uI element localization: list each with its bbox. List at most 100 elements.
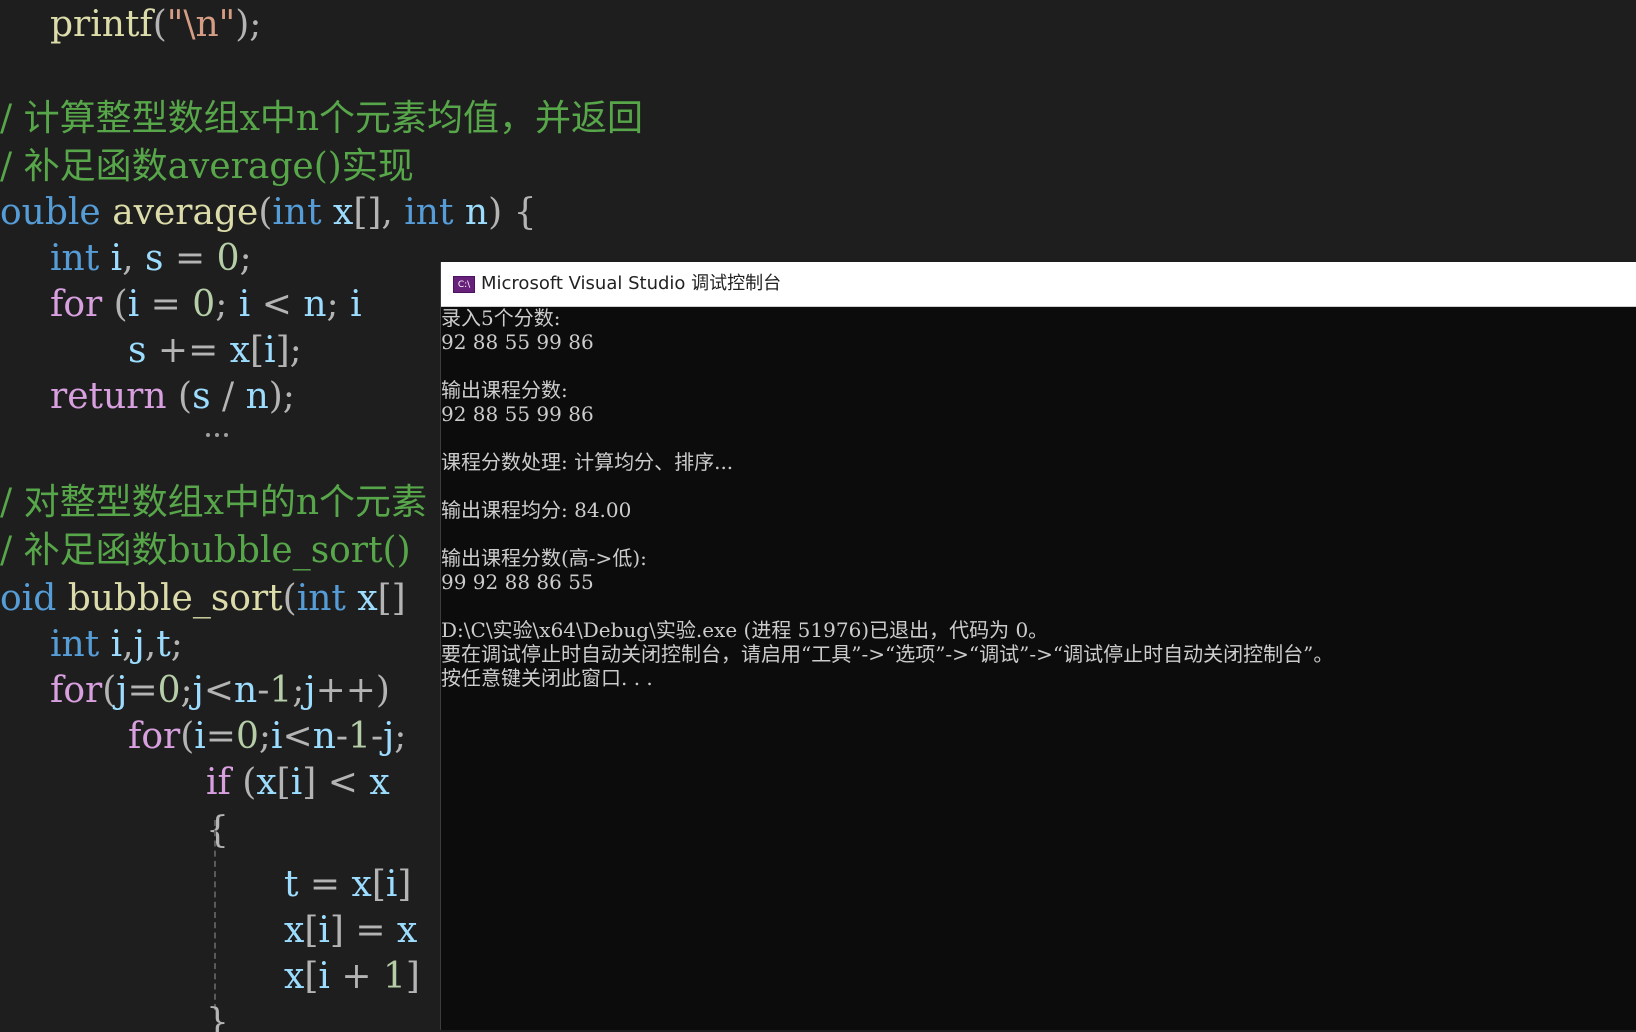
code-token: = — [298, 864, 352, 905]
code-token: for — [50, 284, 103, 325]
code-token: [ — [304, 910, 319, 951]
code-line-sort-decl: int i,j,t; — [50, 622, 183, 668]
code-token: ]; — [275, 330, 302, 371]
code-token: ) { — [488, 192, 537, 233]
console-line: 录入5个分数: — [441, 306, 561, 330]
console-app-icon: C:\ — [453, 276, 475, 293]
console-line: 92 88 55 99 86 — [441, 330, 594, 354]
code-token: < — [250, 284, 304, 325]
code-token: i — [290, 762, 303, 803]
code-token: x — [284, 910, 305, 951]
code-token: n — [303, 284, 327, 325]
code-token: ( — [258, 192, 273, 233]
code-token: ( — [102, 284, 128, 325]
code-token: ; — [258, 716, 271, 757]
console-output[interactable]: 录入5个分数: 92 88 55 99 86 输出课程分数: 92 88 55 … — [441, 306, 1636, 1030]
code-token: 0 — [216, 238, 240, 279]
code-token: j — [304, 670, 316, 711]
debug-console-window[interactable]: C:\ Microsoft Visual Studio 调试控制台 录入5个分数… — [440, 262, 1636, 1030]
code-token: ( — [152, 4, 167, 45]
code-token: = — [163, 238, 217, 279]
code-token: ] < — [302, 762, 370, 803]
code-token: ] — [405, 956, 420, 997]
code-token: ouble — [0, 192, 101, 233]
code-token: ; — [292, 670, 305, 711]
code-token: < — [282, 716, 313, 757]
code-token: s — [192, 376, 211, 417]
code-token: ; — [394, 716, 407, 757]
code-line-brace-close: } — [206, 1002, 229, 1032]
code-token: t — [284, 864, 299, 905]
code-comment-average-1: / 计算整型数组x中n个元素均值，并返回 — [0, 98, 644, 139]
console-line: 要在调试停止时自动关闭控制台，请启用“工具”->“选项”->“调试”->“调试停… — [441, 642, 1334, 666]
code-line-brace-open: { — [206, 810, 229, 851]
code-token: for — [50, 670, 103, 711]
lint-hint-dots-icon[interactable] — [206, 422, 236, 437]
code-token: x — [357, 578, 378, 619]
code-token: 1 — [348, 716, 371, 757]
console-line: 输出课程分数: — [441, 378, 568, 402]
code-token: i — [110, 238, 123, 279]
code-line-decl: int i, s = 0; — [50, 236, 252, 282]
code-token: [] — [377, 578, 406, 619]
console-line: 92 88 55 99 86 — [441, 402, 594, 426]
code-token: - — [257, 670, 270, 711]
code-token: ] = — [329, 910, 397, 951]
code-token: += — [146, 330, 230, 371]
code-line-sort-signature: oid bubble_sort(int x[] — [0, 576, 406, 622]
code-token: / — [210, 376, 246, 417]
code-token: [ — [276, 762, 291, 803]
code-token: - — [370, 716, 384, 757]
code-comment-sort-1: / 对整型数组x中的n个元素 — [0, 482, 428, 523]
code-token: n — [312, 716, 336, 757]
code-token: s — [128, 330, 147, 371]
console-line: 课程分数处理: 计算均分、排序... — [441, 450, 734, 474]
code-token: [ — [250, 330, 265, 371]
code-token: ( — [102, 670, 117, 711]
code-token: ; — [239, 238, 252, 279]
code-token: ; — [170, 624, 183, 665]
code-token: average — [112, 192, 259, 233]
code-token: ( — [230, 762, 257, 803]
code-token: [ — [304, 956, 319, 997]
code-token: j — [192, 670, 204, 711]
code-token: x — [396, 910, 418, 951]
console-line: 按任意键关闭此窗口. . . — [441, 666, 653, 690]
code-token: ( — [166, 376, 193, 417]
code-comment-average-2: / 补足函数average()实现 — [0, 146, 414, 187]
code-token: ); — [268, 376, 295, 417]
code-line-for: for (i = 0; i < n; i — [50, 282, 362, 328]
code-token: i — [385, 864, 398, 905]
code-token: ++) — [315, 670, 390, 711]
code-token: - — [335, 716, 349, 757]
code-token: ; — [215, 284, 239, 325]
console-line: D:\C\实验\x64\Debug\实验.exe (进程 51976)已退出，代… — [441, 618, 1049, 642]
code-token: j — [133, 624, 145, 665]
code-token: i — [127, 284, 140, 325]
code-token: = — [205, 716, 236, 757]
code-token: x — [369, 762, 390, 803]
code-token: ; — [180, 670, 193, 711]
code-token: if — [206, 762, 231, 803]
code-token: , — [122, 238, 146, 279]
console-line: 输出课程分数(高->低): — [441, 546, 647, 570]
code-token: 1 — [269, 670, 293, 711]
code-token: "\n" — [166, 4, 236, 45]
code-token: s — [145, 238, 164, 279]
code-token: 0 — [235, 716, 259, 757]
code-token: bubble_sort — [67, 578, 283, 619]
code-token: [], — [353, 192, 405, 233]
code-token: x — [351, 864, 372, 905]
code-token: 1 — [382, 956, 406, 997]
code-token: n — [234, 670, 258, 711]
code-token: [ — [371, 864, 386, 905]
code-token: int — [296, 578, 346, 619]
code-token: x — [333, 192, 354, 233]
code-token: int — [50, 624, 100, 665]
console-titlebar[interactable]: C:\ Microsoft Visual Studio 调试控制台 — [441, 262, 1636, 307]
code-token: ( — [180, 716, 195, 757]
code-token: x — [256, 762, 277, 803]
code-token: = — [139, 284, 193, 325]
code-line-swap-1: t = x[i] — [284, 862, 411, 908]
code-token: i — [318, 956, 330, 997]
